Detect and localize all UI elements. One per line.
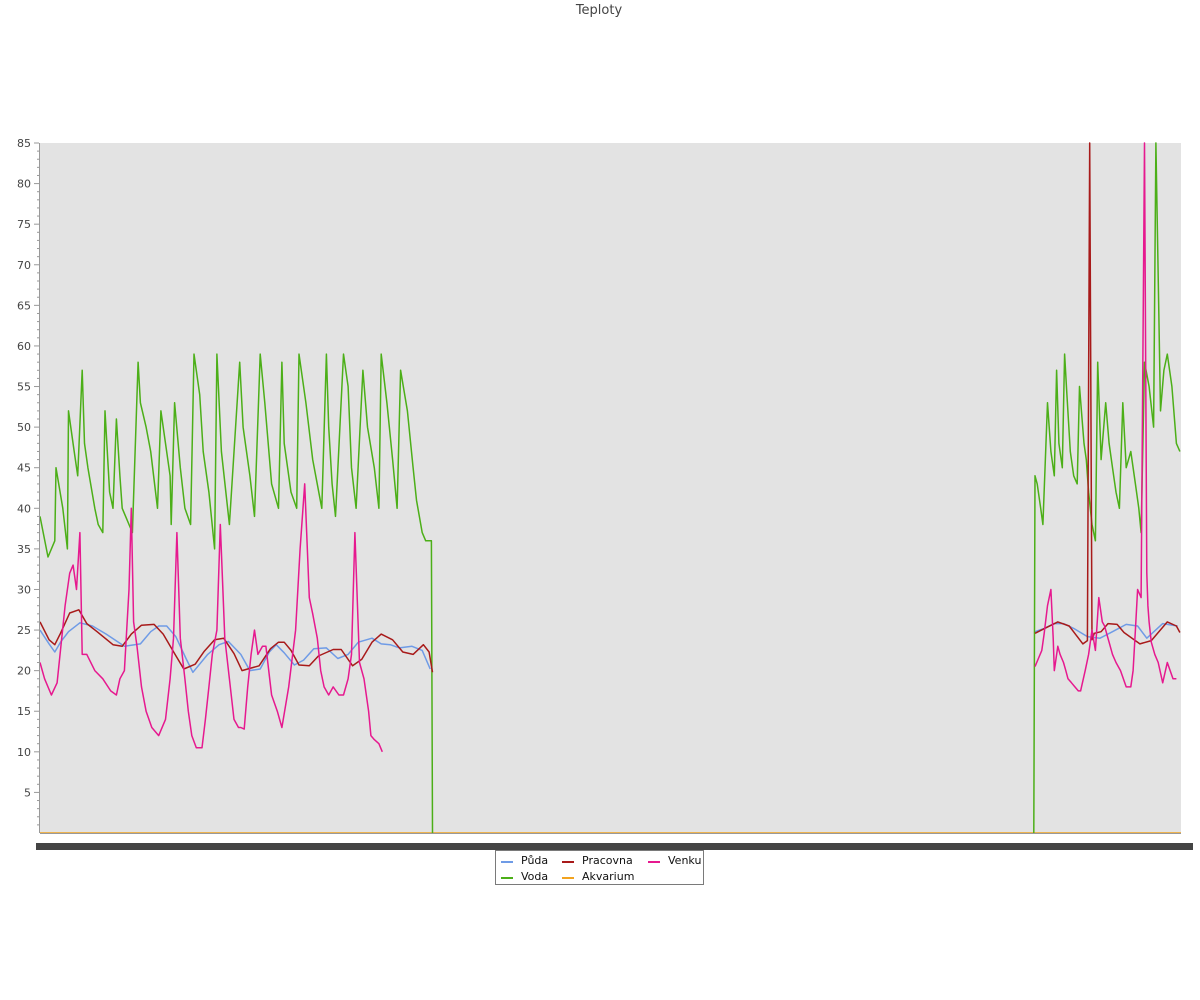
legend-swatch-venku <box>648 861 660 863</box>
x-axis-tick-band <box>36 843 1193 850</box>
y-tick-label: 70 <box>17 259 31 272</box>
plot-area <box>40 143 1181 833</box>
y-axis: 5 10 15 20 25 30 35 40 45 50 55 60 65 70 75 80 85 <box>17 137 40 833</box>
y-tick-label: 5 <box>24 786 31 799</box>
y-tick-label: 65 <box>17 299 31 312</box>
x-axis <box>36 833 1193 850</box>
y-tick-label: 25 <box>17 624 31 637</box>
y-tick-label: 10 <box>17 746 31 759</box>
legend-label-venku: Venku <box>668 854 702 867</box>
legend-label-voda: Voda <box>521 870 549 883</box>
legend-label-puda: Půda <box>521 854 549 867</box>
y-tick-label: 30 <box>17 583 31 596</box>
legend-swatch-puda <box>501 861 513 863</box>
y-tick-label: 35 <box>17 543 31 556</box>
y-tick-label: 40 <box>17 502 31 515</box>
y-tick-label: 80 <box>17 178 31 191</box>
y-tick-label: 75 <box>17 218 31 231</box>
legend-label-akvarium: Akvarium <box>582 870 635 883</box>
y-tick-label: 45 <box>17 462 31 475</box>
legend-swatch-voda <box>501 877 513 879</box>
y-tick-label: 20 <box>17 665 31 678</box>
y-tick-label: 55 <box>17 381 31 394</box>
y-tick-label: 60 <box>17 340 31 353</box>
legend-label-pracovna: Pracovna <box>582 854 633 867</box>
legend-swatch-pracovna <box>562 861 574 863</box>
y-tick-label: 85 <box>17 137 31 150</box>
y-tick-label: 50 <box>17 421 31 434</box>
legend-swatch-akvarium <box>562 877 574 879</box>
y-tick-label: 15 <box>17 705 31 718</box>
legend: Půda Voda Pracovna Akvarium Venku <box>495 850 704 885</box>
